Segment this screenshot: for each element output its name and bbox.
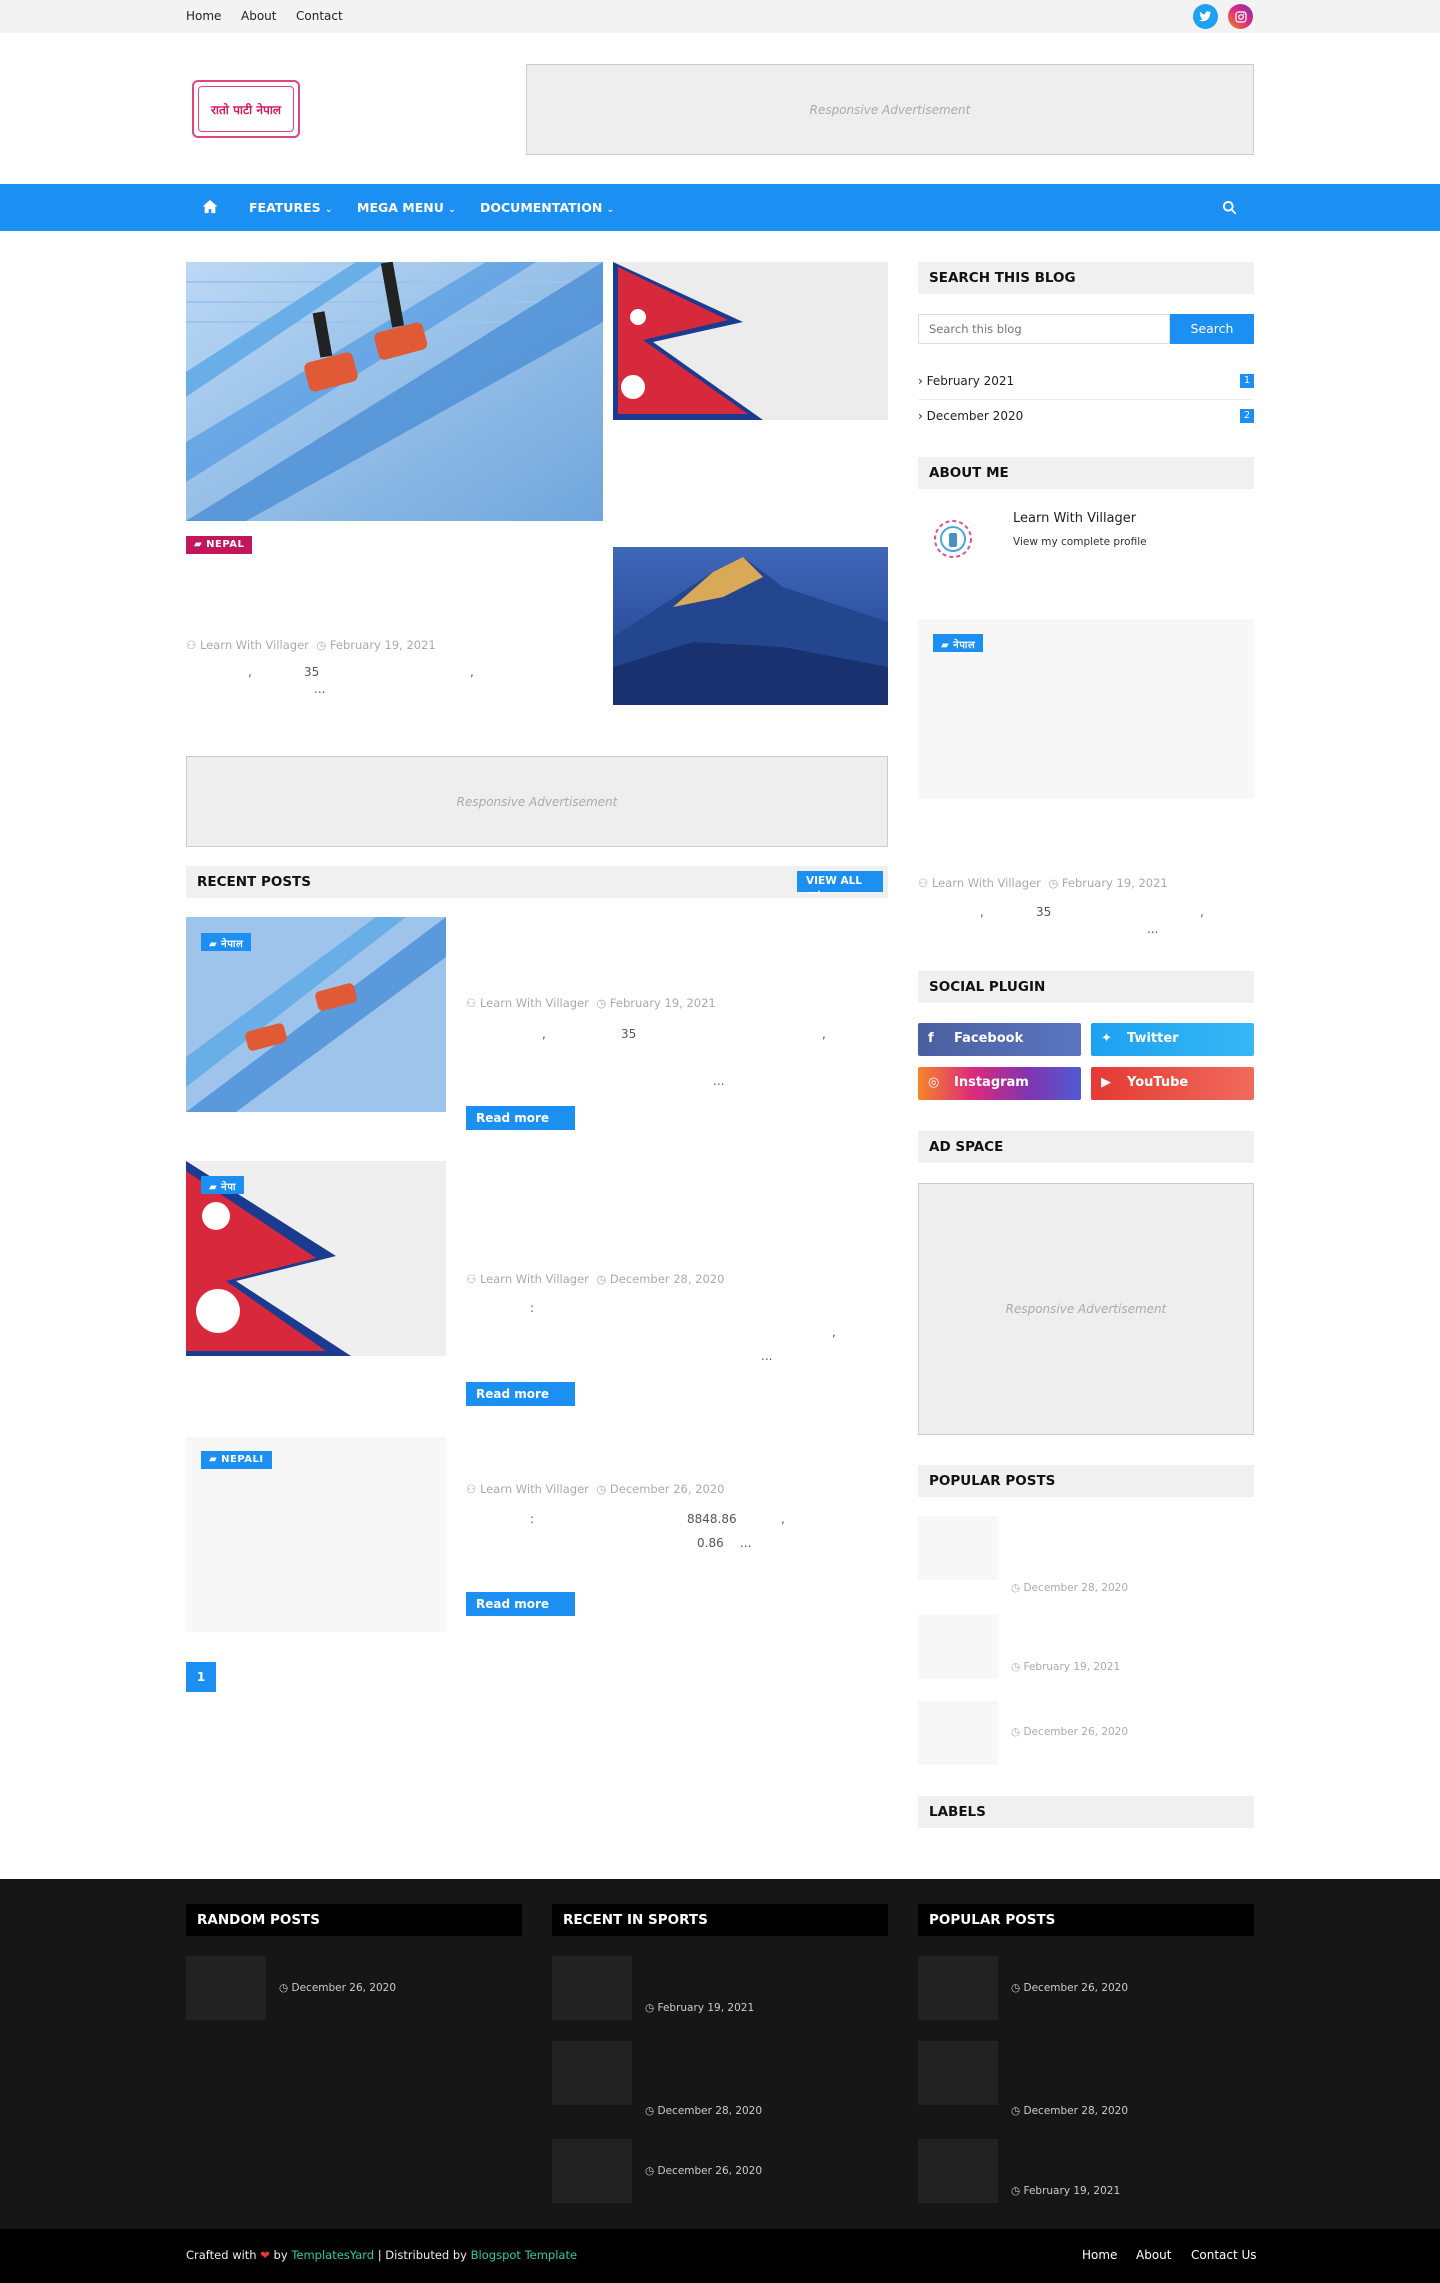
- featured-excerpt: , 35 , ...: [248, 665, 474, 696]
- footer-random-title: RANDOM POSTS: [186, 1904, 522, 1936]
- twitter-button[interactable]: ✦ Twitter: [1091, 1023, 1254, 1056]
- instagram-icon: ◎: [928, 1075, 940, 1090]
- search-icon[interactable]: [1222, 200, 1237, 218]
- sidebar-featured-meta: ⚇ Learn With Villager ◷ February 19, 202…: [918, 876, 1168, 890]
- facebook-button[interactable]: f Facebook: [918, 1023, 1081, 1056]
- footer-credits: Crafted with ❤ by TemplatesYard | Distri…: [186, 2248, 578, 2262]
- nav-mega-menu[interactable]: MEGA MENU ⌄: [357, 200, 456, 215]
- recent-post-3-excerpt: : 8848.86 , 0.86 ...: [530, 1512, 785, 1550]
- read-more-button-1[interactable]: Read more ⟶: [466, 1106, 575, 1139]
- heart-icon: ❤: [260, 2248, 270, 2262]
- about-profile-link[interactable]: View my complete profile: [1013, 536, 1147, 548]
- view-all-button[interactable]: VIEW ALL ⟶: [797, 871, 883, 899]
- featured-flag-image[interactable]: [613, 262, 888, 420]
- recent-post-3-tag[interactable]: ▰ NEPALI: [201, 1451, 272, 1469]
- youtube-button[interactable]: ▶ YouTube: [1091, 1067, 1254, 1100]
- sidebar-featured-tag[interactable]: ▰ नेपाल: [933, 634, 984, 652]
- sidebar-ad: Responsive Advertisement: [918, 1183, 1254, 1435]
- recent-post-2-excerpt: : , ...: [530, 1301, 836, 1363]
- instagram-button[interactable]: ◎ Instagram: [918, 1067, 1081, 1100]
- footer-random-date-1: ◷ December 26, 2020: [279, 1982, 397, 1994]
- read-more-button-3[interactable]: Read more ⟶: [466, 1592, 575, 1625]
- main-nav: FEATURES ⌄ MEGA MENU ⌄ DOCUMENTATION ⌄: [0, 184, 1440, 231]
- footer-sports-title: RECENT IN SPORTS: [552, 1904, 888, 1936]
- footer-random-thumb-1[interactable]: [186, 1956, 266, 2020]
- twitter-icon: ✦: [1101, 1031, 1112, 1046]
- top-link-about[interactable]: About: [241, 9, 276, 23]
- recent-post-2-meta: ⚇ Learn With Villager ◷ December 28, 202…: [466, 1272, 725, 1286]
- nav-documentation[interactable]: DOCUMENTATION ⌄: [480, 200, 614, 215]
- youtube-icon: ▶: [1101, 1075, 1111, 1090]
- profile-avatar[interactable]: [926, 512, 980, 566]
- featured-meta: ⚇ Learn With Villager ◷ February 19, 202…: [186, 638, 436, 652]
- featured-main-image[interactable]: [186, 262, 603, 521]
- sidebar-featured-excerpt: , 35 , ...: [980, 905, 1204, 936]
- about-name[interactable]: Learn With Villager: [1013, 511, 1136, 526]
- footer-sports-date-1: ◷ February 19, 2021: [645, 2002, 755, 2014]
- blogspot-template-link[interactable]: Blogspot Template: [471, 2248, 577, 2262]
- instagram-icon[interactable]: [1228, 4, 1253, 29]
- recent-posts-title: RECENT POSTS: [186, 866, 888, 898]
- footer-popular-thumb-2[interactable]: [918, 2041, 998, 2105]
- search-input[interactable]: [918, 314, 1170, 344]
- featured-tag[interactable]: ▰ NEPAL: [186, 536, 253, 554]
- clock-icon: ◷: [316, 638, 327, 652]
- read-more-button-2[interactable]: Read more ⟶: [466, 1382, 575, 1415]
- footer-popular-date-1: ◷ December 26, 2020: [1011, 1982, 1129, 1994]
- popular-post-2-thumb[interactable]: [918, 1615, 998, 1679]
- footer-popular-thumb-3[interactable]: [918, 2139, 998, 2203]
- about-widget-title: ABOUT ME: [918, 457, 1254, 489]
- nav-features[interactable]: FEATURES ⌄: [249, 200, 333, 215]
- labels-title: LABELS: [918, 1796, 1254, 1828]
- footer-popular-thumb-1[interactable]: [918, 1956, 998, 2020]
- social-widget-title: SOCIAL PLUGIN: [918, 971, 1254, 1003]
- footer-sports-thumb-1[interactable]: [552, 1956, 632, 2020]
- footer-link-home[interactable]: Home: [1082, 2248, 1117, 2262]
- footer-sports-date-2: ◷ December 28, 2020: [645, 2105, 763, 2117]
- facebook-icon: f: [928, 1031, 934, 1046]
- pagination-page-1[interactable]: 1: [186, 1662, 216, 1692]
- footer-sports-date-3: ◷ December 26, 2020: [645, 2165, 763, 2177]
- top-bar: Home About Contact: [0, 0, 1440, 33]
- footer-link-contact[interactable]: Contact Us: [1191, 2248, 1257, 2262]
- recent-post-2-tag[interactable]: ▰ नेपा: [201, 1176, 244, 1194]
- footer-sports-thumb-2[interactable]: [552, 2041, 632, 2105]
- search-button[interactable]: Search: [1170, 314, 1254, 344]
- mid-ad: Responsive Advertisement: [186, 756, 888, 847]
- footer-link-about[interactable]: About: [1136, 2248, 1171, 2262]
- recent-post-3-meta: ⚇ Learn With Villager ◷ December 26, 202…: [466, 1482, 725, 1496]
- recent-post-1-tag[interactable]: ▰ नेपाल: [201, 933, 252, 951]
- popular-post-1-thumb[interactable]: [918, 1516, 998, 1580]
- archive-item-feb-2021[interactable]: › February 2021 1: [918, 374, 1254, 400]
- popular-post-1-date: ◷ December 28, 2020: [1011, 1582, 1129, 1594]
- header-ad: Responsive Advertisement: [526, 64, 1254, 155]
- recent-post-1-meta: ⚇ Learn With Villager ◷ February 19, 202…: [466, 996, 716, 1010]
- archive-item-dec-2020[interactable]: › December 2020 2: [918, 409, 1254, 435]
- footer-bottom-bar: Crafted with ❤ by TemplatesYard | Distri…: [0, 2229, 1440, 2283]
- recent-post-1-excerpt: , 35 , ...: [542, 1027, 826, 1088]
- search-widget-title: SEARCH THIS BLOG: [918, 262, 1254, 294]
- home-icon[interactable]: [202, 199, 218, 217]
- user-icon: ⚇: [186, 638, 197, 652]
- footer-popular-date-2: ◷ December 28, 2020: [1011, 2105, 1129, 2117]
- popular-post-3-date: ◷ December 26, 2020: [1011, 1726, 1129, 1738]
- top-link-contact[interactable]: Contact: [296, 9, 343, 23]
- templatesyard-link[interactable]: TemplatesYard: [291, 2248, 374, 2262]
- twitter-icon[interactable]: [1193, 4, 1218, 29]
- ad-space-title: AD SPACE: [918, 1131, 1254, 1163]
- popular-post-3-thumb[interactable]: [918, 1701, 998, 1765]
- popular-post-2-date: ◷ February 19, 2021: [1011, 1661, 1121, 1673]
- footer-popular-date-3: ◷ February 19, 2021: [1011, 2185, 1121, 2197]
- footer-popular-title: POPULAR POSTS: [918, 1904, 1254, 1936]
- featured-everest-image[interactable]: [613, 547, 888, 705]
- top-link-home[interactable]: Home: [186, 9, 221, 23]
- footer-sports-thumb-3[interactable]: [552, 2139, 632, 2203]
- site-logo[interactable]: रातो पाटी नेपाल: [192, 80, 300, 138]
- popular-posts-title: POPULAR POSTS: [918, 1465, 1254, 1497]
